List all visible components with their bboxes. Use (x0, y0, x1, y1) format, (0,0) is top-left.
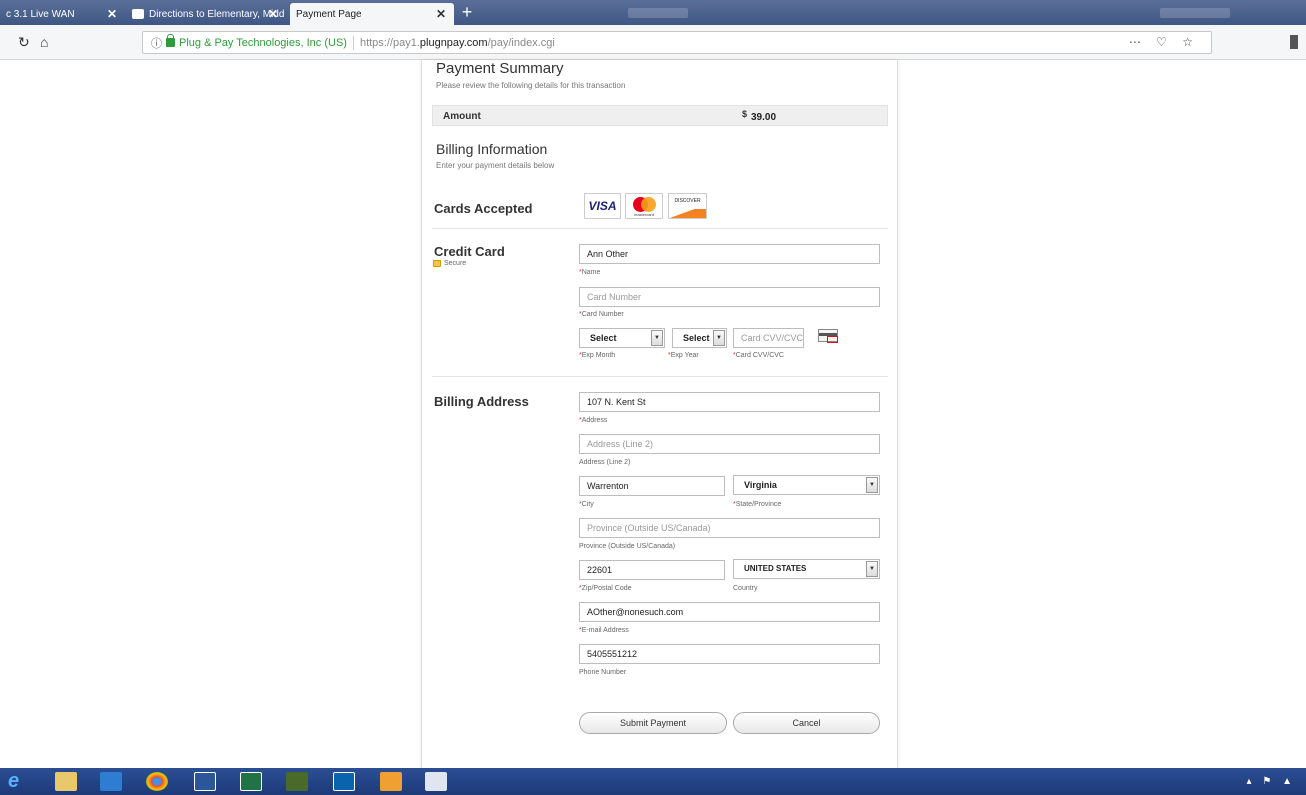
info-icon[interactable]: ⓘ (151, 35, 162, 51)
visa-logo: VISA (584, 193, 621, 219)
tab-payment-page[interactable]: Payment Page ✕ (290, 3, 454, 25)
excel-icon[interactable] (240, 772, 262, 791)
payment-form-card: Payment Summary Please review the follow… (421, 60, 898, 768)
site-identity[interactable]: Plug & Pay Technologies, Inc (US) (179, 37, 347, 49)
word-icon[interactable] (194, 772, 216, 791)
section-divider (432, 228, 888, 229)
amount-value: 39.00 (751, 112, 777, 123)
amount-row: Amount $ 39.00 (432, 105, 888, 126)
card-cvv-input[interactable] (733, 328, 804, 348)
media-player-icon[interactable] (100, 772, 122, 791)
payment-summary-subtitle: Please review the following details for … (436, 81, 626, 90)
chevron-down-icon: ▼ (866, 561, 878, 577)
chrome-icon[interactable] (146, 772, 168, 791)
app-icon[interactable] (286, 772, 308, 791)
card-number-label: *Card Number (579, 311, 624, 318)
chevron-down-icon: ▼ (866, 477, 878, 493)
secure-lock-icon (433, 260, 441, 267)
exp-year-select[interactable]: Select ▼ (672, 328, 727, 348)
system-tray[interactable]: ▴ ⚑ ▲ (1247, 776, 1296, 787)
name-label: *Name (579, 269, 601, 276)
cardholder-name-input[interactable] (579, 244, 880, 264)
city-input[interactable] (579, 476, 725, 496)
blurred-user-area (1160, 8, 1230, 18)
close-tab-icon[interactable]: ✕ (107, 7, 117, 21)
address-input[interactable] (579, 392, 880, 412)
windows-taskbar: e ▴ ⚑ ▲ (0, 768, 1306, 795)
home-icon[interactable]: ⌂ (40, 34, 48, 50)
tab-label: Payment Page (296, 8, 362, 20)
cvv-help-icon[interactable] (818, 329, 838, 343)
zip-input[interactable] (579, 560, 725, 580)
reload-icon[interactable]: ↻ (18, 34, 30, 51)
cards-accepted-title: Cards Accepted (434, 201, 533, 216)
currency-symbol: $ (742, 109, 748, 119)
email-label: *E-mail Address (579, 627, 629, 634)
chevron-down-icon: ▼ (713, 330, 725, 346)
card-number-input[interactable] (579, 287, 880, 307)
database-icon[interactable] (380, 772, 402, 791)
phone-input[interactable] (579, 644, 880, 664)
car-icon (132, 9, 144, 19)
address-line2-label: Address (Line 2) (579, 459, 631, 466)
address-line2-input[interactable] (579, 434, 880, 454)
new-tab-button[interactable]: + (456, 2, 478, 22)
calculator-icon[interactable] (425, 772, 447, 791)
cancel-button[interactable]: Cancel (733, 712, 880, 734)
sidebar-toggle-icon[interactable] (1290, 35, 1298, 49)
state-label: *State/Province (733, 501, 782, 508)
url-domain: plugnpay.com (419, 36, 488, 49)
billing-info-title: Billing Information (436, 141, 548, 157)
card-cvv-label: *Card CVV/CVC (733, 352, 784, 359)
tab-label: Directions to Elementary, Midd (149, 8, 285, 20)
close-tab-icon[interactable]: ✕ (436, 7, 446, 21)
address-label: *Address (579, 417, 608, 424)
state-select[interactable]: Virginia ▼ (733, 475, 880, 495)
browser-tab-bar: c 3.1 Live WAN ✕ Directions to Elementar… (0, 0, 1306, 25)
mastercard-logo: mastercard (625, 193, 663, 219)
city-label: *City (579, 501, 594, 508)
province-input[interactable] (579, 518, 880, 538)
exp-month-label: *Exp Month (579, 352, 616, 359)
country-select[interactable]: UNITED STATES ▼ (733, 559, 880, 579)
submit-payment-button[interactable]: Submit Payment (579, 712, 727, 734)
payment-summary-title: Payment Summary (436, 60, 564, 77)
browser-nav-bar: ↻ ⌂ ⓘ Plug & Pay Technologies, Inc (US) … (0, 25, 1306, 60)
email-input[interactable] (579, 602, 880, 622)
credit-card-title: Credit Card (434, 244, 505, 259)
close-tab-icon[interactable]: ✕ (268, 7, 278, 21)
billing-address-title: Billing Address (434, 394, 529, 409)
url-bar[interactable]: ⓘ Plug & Pay Technologies, Inc (US) http… (142, 31, 1212, 54)
phone-label: Phone Number (579, 669, 627, 676)
province-label: Province (Outside US/Canada) (579, 543, 676, 550)
chevron-down-icon: ▼ (651, 330, 663, 346)
page-actions[interactable]: ⋯ ♡ ☆ (1129, 35, 1199, 49)
outlook-icon[interactable] (333, 772, 355, 791)
tab-live-wan[interactable]: c 3.1 Live WAN ✕ (0, 3, 125, 25)
tab-label: c 3.1 Live WAN (6, 8, 75, 20)
country-label: Country (733, 585, 758, 592)
url-prefix: https://pay1. (359, 36, 420, 49)
blurred-title-area (628, 8, 688, 18)
url-divider (352, 35, 354, 50)
discover-logo: DISCOVER (668, 193, 707, 219)
section-divider (432, 376, 888, 377)
lock-icon (166, 34, 175, 47)
file-explorer-icon[interactable] (55, 772, 77, 791)
zip-label: *Zip/Postal Code (579, 585, 632, 592)
secure-label: Secure (444, 260, 467, 267)
amount-label: Amount (443, 111, 481, 122)
ie-browser-icon[interactable]: e (8, 771, 30, 791)
url-path: /pay/index.cgi (487, 36, 555, 49)
exp-month-select[interactable]: Select ▼ (579, 328, 665, 348)
exp-year-label: *Exp Year (668, 352, 699, 359)
tab-directions[interactable]: Directions to Elementary, Midd ✕ (126, 3, 286, 25)
billing-info-subtitle: Enter your payment details below (436, 161, 555, 170)
